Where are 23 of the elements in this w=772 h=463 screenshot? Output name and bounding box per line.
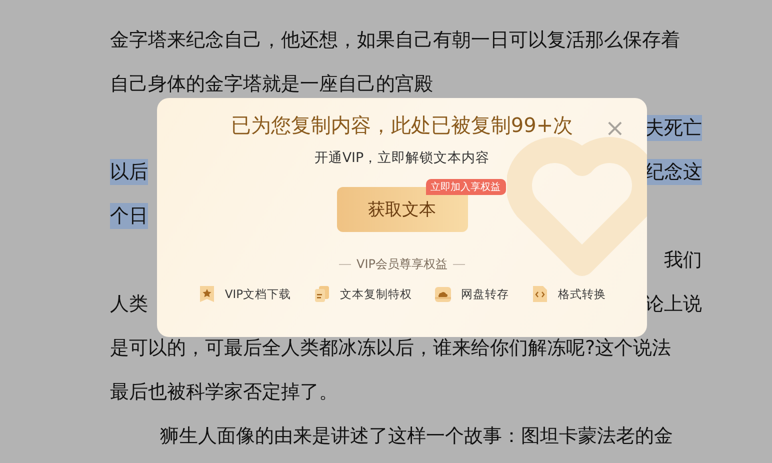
- paragraph-text: 人类: [110, 292, 148, 317]
- paragraph-text: 我们: [664, 248, 702, 273]
- paragraph-text: 自己身体的金字塔就是一座自己的宫殿: [110, 72, 433, 97]
- paragraph-text: 狮生人面像的由来是讲述了这样一个故事：图坦卡蒙法老的金: [160, 424, 673, 449]
- dialog-title: 已为您复制内容，此处已被复制99+次: [230, 112, 574, 139]
- paragraph-text: 个日: [110, 203, 148, 229]
- code-file-icon: [531, 285, 550, 303]
- star-badge-icon: [198, 285, 216, 303]
- promo-tag: 立即加入享权益: [426, 179, 506, 195]
- paragraph-text: 夫死亡: [645, 115, 702, 141]
- paragraph-text: 论上说: [645, 292, 702, 317]
- benefit-label: VIP文档下载: [224, 286, 292, 302]
- paragraph-text: 以后: [110, 159, 148, 185]
- benefit-label: 格式转换: [558, 286, 606, 302]
- cloud-drive-icon: [434, 285, 452, 303]
- benefits-heading: VIP会员尊享权益: [356, 256, 448, 273]
- paragraph-text: 金字塔来纪念自己，他还想，如果自己有朝一日可以复活那么保存着: [110, 28, 680, 53]
- dialog-subtitle: 开通VIP，立即解锁文本内容: [314, 149, 490, 167]
- paragraph-text: 是可以的，可最后全人类都冰冻以后，谁来给你们解冻呢?这个说法: [110, 336, 672, 361]
- benefit-label: 网盘转存: [461, 286, 510, 302]
- benefit-label: 文本复制特权: [340, 286, 412, 302]
- documents-icon: [313, 285, 332, 303]
- paragraph-text: 最后也被科学家否定掉了。: [110, 380, 338, 405]
